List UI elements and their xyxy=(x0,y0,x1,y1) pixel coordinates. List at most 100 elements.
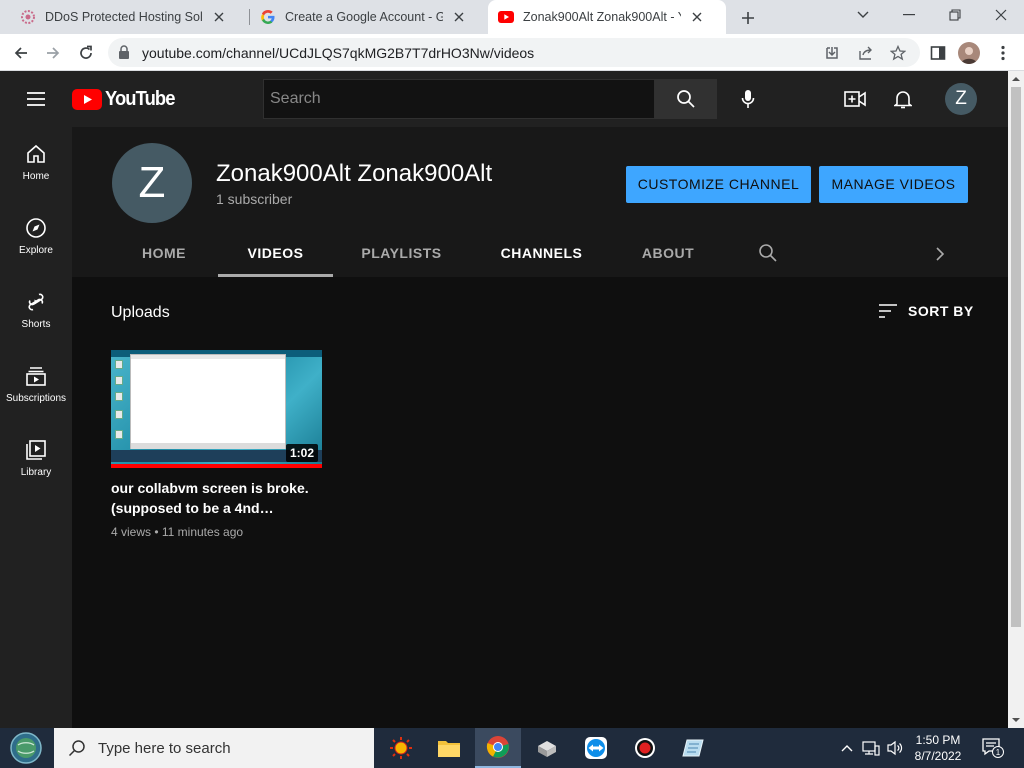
video-thumbnail[interactable]: 1:02 xyxy=(111,350,322,468)
tab-home[interactable]: HOME xyxy=(112,230,216,277)
notifications-button[interactable] xyxy=(891,87,915,111)
taskbar-app-chrome[interactable] xyxy=(475,728,521,768)
guide-menu-button[interactable] xyxy=(24,87,48,111)
home-icon xyxy=(27,144,45,163)
action-center-button[interactable]: 1 xyxy=(978,728,1008,768)
close-icon[interactable] xyxy=(689,9,705,25)
guide-item-explore[interactable]: Explore xyxy=(0,201,72,275)
restore-button[interactable] xyxy=(932,0,978,30)
guide-item-label: Home xyxy=(22,171,50,182)
bell-icon xyxy=(894,91,912,109)
speaker-icon xyxy=(887,740,903,756)
install-icon[interactable] xyxy=(822,43,842,63)
minimize-button[interactable] xyxy=(886,0,932,30)
back-button[interactable] xyxy=(8,40,34,66)
lock-icon[interactable] xyxy=(118,45,130,64)
shorts-icon xyxy=(28,293,44,311)
customize-channel-button[interactable]: CUSTOMIZE CHANNEL xyxy=(626,166,811,203)
thumbnail-window-footer xyxy=(131,443,285,449)
search-button[interactable] xyxy=(655,79,717,119)
clock-date: 8/7/2022 xyxy=(914,749,962,763)
youtube-page: YouTube Search Z Home Explore Shorts Sub… xyxy=(0,71,1024,728)
tray-overflow-button[interactable] xyxy=(838,728,856,768)
account-avatar[interactable]: Z xyxy=(945,83,977,115)
page-scrollbar[interactable] xyxy=(1008,71,1024,728)
taskbar-app-printer[interactable] xyxy=(524,728,570,768)
youtube-logo[interactable]: YouTube xyxy=(72,88,181,111)
volume-button[interactable] xyxy=(884,728,906,768)
youtube-play-logo-icon xyxy=(72,89,102,110)
browser-menu-button[interactable] xyxy=(990,40,1016,66)
taskbar-app-teamviewer[interactable] xyxy=(573,728,619,768)
close-window-button[interactable] xyxy=(978,0,1024,30)
address-bar[interactable]: youtube.com/channel/UCdJLQS7qkMG2B7T7drH… xyxy=(108,38,920,67)
restore-icon xyxy=(949,9,961,21)
tab-playlists[interactable]: PLAYLISTS xyxy=(344,230,459,277)
reload-button[interactable] xyxy=(73,40,99,66)
taskbar-app-file-explorer[interactable] xyxy=(426,728,472,768)
guide-item-label: Library xyxy=(20,467,52,478)
create-video-button[interactable] xyxy=(843,87,867,111)
guide-sidebar: Home Explore Shorts Subscriptions Librar… xyxy=(0,127,72,728)
side-panel-button[interactable] xyxy=(925,40,951,66)
start-button[interactable] xyxy=(6,730,46,766)
new-tab-button[interactable] xyxy=(736,6,760,30)
side-panel-icon xyxy=(930,46,946,60)
guide-item-label: Explore xyxy=(19,245,53,256)
subscriber-count: 1 subscriber xyxy=(216,191,293,207)
share-icon[interactable] xyxy=(856,43,876,63)
channel-header: Z Zonak900Alt Zonak900Alt 1 subscriber C… xyxy=(72,127,1008,277)
channel-search-icon[interactable] xyxy=(758,243,778,263)
video-duration: 1:02 xyxy=(285,444,318,462)
guide-item-home[interactable]: Home xyxy=(0,127,72,201)
search-input[interactable]: Search xyxy=(263,79,655,119)
subscriptions-icon xyxy=(26,367,46,386)
browser-tab-ddos[interactable]: DDoS Protected Hosting Solutio xyxy=(10,0,246,34)
browser-tab-youtube[interactable]: Zonak900Alt Zonak900Alt - YouT xyxy=(488,0,726,34)
library-icon xyxy=(26,440,46,460)
channel-avatar: Z xyxy=(112,143,192,223)
profile-avatar[interactable] xyxy=(958,42,980,64)
manage-videos-button[interactable]: MANAGE VIDEOS xyxy=(819,166,968,203)
browser-tab-google-account[interactable]: Create a Google Account - Goog xyxy=(250,0,486,34)
taskbar-app-sun[interactable] xyxy=(378,728,424,768)
guide-item-shorts[interactable]: Shorts xyxy=(0,275,72,349)
taskbar-search-placeholder: Type here to search xyxy=(98,739,231,757)
arrow-right-icon xyxy=(47,47,60,59)
tab-title: DDoS Protected Hosting Solutio xyxy=(45,10,203,24)
scrollbar-thumb[interactable] xyxy=(1011,87,1021,627)
guide-item-library[interactable]: Library xyxy=(0,423,72,497)
notification-count: 1 xyxy=(996,748,1001,757)
desktop-icon xyxy=(115,376,123,385)
tab-channels[interactable]: CHANNELS xyxy=(484,230,599,277)
close-icon xyxy=(995,9,1007,21)
chevron-right-icon[interactable] xyxy=(930,244,950,264)
tab-search-button[interactable] xyxy=(840,0,886,30)
tab-about[interactable]: ABOUT xyxy=(620,230,716,277)
minimize-icon xyxy=(903,14,915,16)
sort-by-button[interactable]: SORT BY xyxy=(878,303,974,319)
video-item[interactable]: 1:02 our collabvm screen is broke. (supp… xyxy=(111,350,322,539)
notepad-icon xyxy=(682,739,704,757)
taskbar-app-recorder[interactable] xyxy=(622,728,668,768)
tab-videos[interactable]: VIDEOS xyxy=(218,230,333,277)
close-icon[interactable] xyxy=(451,9,467,25)
bookmark-star-icon[interactable] xyxy=(888,43,908,63)
video-title[interactable]: our collabvm screen is broke. (supposed … xyxy=(111,478,311,518)
taskbar-app-notepad[interactable] xyxy=(671,728,717,768)
forward-button[interactable] xyxy=(40,40,66,66)
tab-title: Create a Google Account - Goog xyxy=(285,10,443,24)
youtube-masthead: YouTube Search Z xyxy=(0,71,1008,127)
voice-search-button[interactable] xyxy=(732,83,764,115)
taskbar-clock[interactable]: 1:50 PM 8/7/2022 xyxy=(906,732,970,764)
youtube-wordmark: YouTube xyxy=(105,88,175,110)
guide-item-subscriptions[interactable]: Subscriptions xyxy=(0,349,72,423)
close-icon[interactable] xyxy=(211,9,227,25)
network-button[interactable] xyxy=(860,728,882,768)
taskbar-search-box[interactable]: Type here to search xyxy=(54,728,374,768)
create-video-icon xyxy=(844,91,866,107)
record-icon xyxy=(635,738,655,758)
more-vertical-icon xyxy=(1001,45,1005,61)
start-orb-icon xyxy=(10,732,42,764)
chevron-down-icon xyxy=(857,11,869,18)
